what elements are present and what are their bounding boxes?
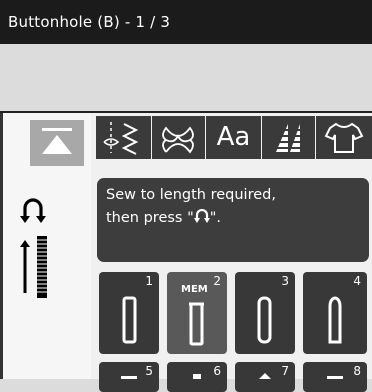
stitch-tile-4[interactable]: 4 bbox=[303, 272, 367, 354]
buttonhole-icon bbox=[259, 373, 271, 379]
left-border bbox=[0, 113, 3, 379]
tab-quilt-stitches[interactable] bbox=[262, 116, 317, 159]
scroll-up-button[interactable] bbox=[30, 120, 84, 166]
instruction-message: Sew to length required, then press " ". bbox=[97, 178, 369, 262]
message-line-2: then press " ". bbox=[106, 208, 222, 226]
stitch-tile-1[interactable]: 1 bbox=[99, 272, 159, 354]
buttonhole-icon bbox=[189, 302, 204, 346]
stitch-tile-6[interactable]: 6 bbox=[167, 362, 227, 392]
buttonhole-icon bbox=[122, 296, 137, 344]
keyhole-buttonhole-icon bbox=[328, 296, 342, 344]
message-line-2-start: then press " bbox=[106, 210, 194, 226]
stitch-tile-2[interactable]: MEM 2 bbox=[167, 272, 227, 354]
reverse-arrow-icon bbox=[193, 208, 210, 223]
buttonhole-icon bbox=[257, 296, 272, 344]
category-tabs: Aa bbox=[96, 116, 372, 160]
message-line-1: Sew to length required, bbox=[106, 187, 276, 203]
page-title: Buttonhole (B) - 1 / 3 bbox=[8, 13, 171, 31]
stitch-tile-7[interactable]: 7 bbox=[235, 362, 295, 392]
shirt-icon bbox=[324, 122, 364, 153]
stitch-tile-8[interactable]: 8 bbox=[303, 362, 367, 392]
buttonhole-icon bbox=[121, 376, 137, 379]
buttonhole-icon bbox=[327, 376, 343, 379]
buttonhole-icon bbox=[193, 374, 201, 379]
tab-utility-stitches[interactable] bbox=[96, 116, 153, 159]
stitch-tile-5[interactable]: 5 bbox=[99, 362, 159, 392]
utility-stitch-icon bbox=[103, 122, 139, 155]
reverse-buttonhole-icon bbox=[20, 198, 47, 298]
alphabet-tab-label: Aa bbox=[216, 122, 251, 152]
stitch-tile-3[interactable]: 3 bbox=[235, 272, 295, 354]
tab-garment-stitches[interactable] bbox=[316, 116, 372, 159]
tab-decorative-stitches[interactable] bbox=[152, 116, 207, 159]
header-spacer bbox=[0, 44, 372, 112]
title-bar: Buttonhole (B) - 1 / 3 bbox=[0, 0, 372, 44]
quilt-stitch-icon bbox=[276, 124, 302, 152]
message-line-2-end: ". bbox=[209, 210, 222, 226]
decorative-stitch-icon bbox=[162, 126, 194, 154]
triangle-up-icon bbox=[42, 128, 72, 154]
tab-alphabets[interactable]: Aa bbox=[206, 116, 263, 159]
